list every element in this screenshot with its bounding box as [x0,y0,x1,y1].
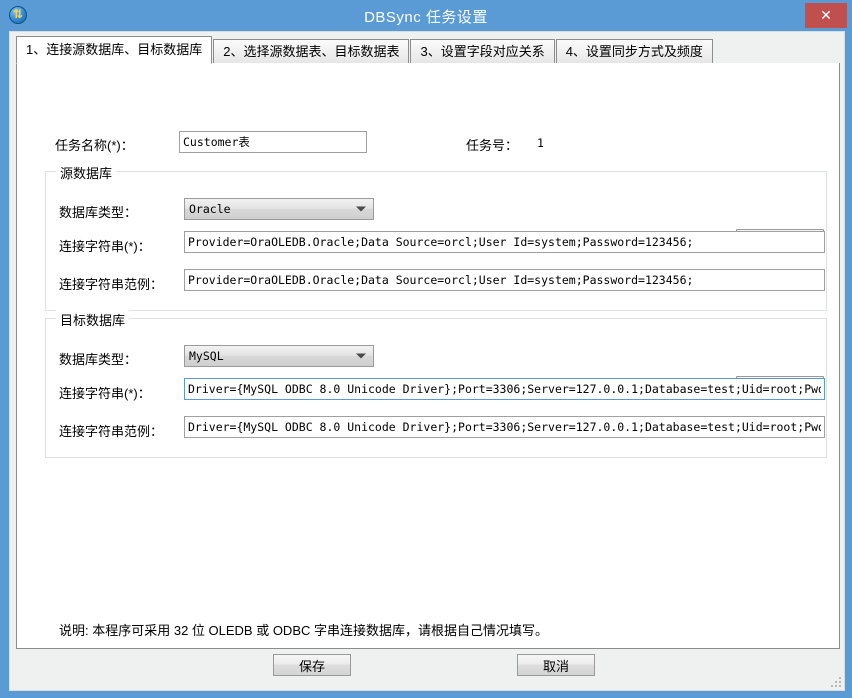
target-sample-label: 连接字符串范例： [59,421,163,440]
source-db-type-value: Oracle [189,202,231,216]
resize-grip[interactable] [829,675,841,687]
source-db-type-label: 数据库类型： [59,202,137,221]
source-sample-label: 连接字符串范例： [59,274,163,293]
tab-connect-databases[interactable]: 1、连接源数据库、目标数据库 [16,36,212,64]
target-connection-string-input[interactable] [184,378,825,400]
tab-sync-schedule[interactable]: 4、设置同步方式及频度 [556,39,713,63]
task-name-input[interactable] [179,131,367,153]
cancel-button[interactable]: 取消 [517,654,595,676]
client-area: 1、连接源数据库、目标数据库 2、选择源数据表、目标数据表 3、设置字段对应关系… [9,31,845,691]
task-no-label: 任务号： [466,135,518,154]
task-name-label: 任务名称(*)： [55,135,134,154]
source-db-type-select[interactable]: Oracle [184,198,374,220]
tab-strip: 1、连接源数据库、目标数据库 2、选择源数据表、目标数据表 3、设置字段对应关系… [16,37,840,64]
title-bar: ⇅ DBSync 任务设置 ✕ [1,1,851,31]
target-db-type-label: 数据库类型： [59,349,137,368]
window-title: DBSync 任务设置 [1,6,851,27]
source-conn-label: 连接字符串(*)： [59,236,151,255]
target-group-title: 目标数据库 [56,310,129,329]
target-conn-label: 连接字符串(*)： [59,383,151,402]
chevron-down-icon [356,354,366,359]
tab-page-connect-databases: 任务名称(*)： 任务号： 1 源数据库 数据库类型： Oracle 测试连接 … [16,63,840,649]
chevron-down-icon [356,207,366,212]
source-connection-sample-input[interactable] [184,269,825,291]
task-no-value: 1 [537,136,544,150]
sync-globe-icon: ⇅ [7,5,29,27]
source-connection-string-input[interactable] [184,231,825,253]
close-icon[interactable]: ✕ [805,3,847,28]
target-connection-sample-input[interactable] [184,416,825,438]
tab-select-tables[interactable]: 2、选择源数据表、目标数据表 [213,39,409,63]
save-button[interactable]: 保存 [273,654,351,676]
target-db-type-value: MySQL [189,349,224,363]
dbsync-window: ⇅ DBSync 任务设置 ✕ 1、连接源数据库、目标数据库 2、选择源数据表、… [0,0,852,698]
source-group-title: 源数据库 [56,163,116,182]
note-text: 说明: 本程序可采用 32 位 OLEDB 或 ODBC 字串连接数据库，请根据… [59,620,548,639]
tab-field-mapping[interactable]: 3、设置字段对应关系 [410,39,554,63]
target-db-type-select[interactable]: MySQL [184,345,374,367]
